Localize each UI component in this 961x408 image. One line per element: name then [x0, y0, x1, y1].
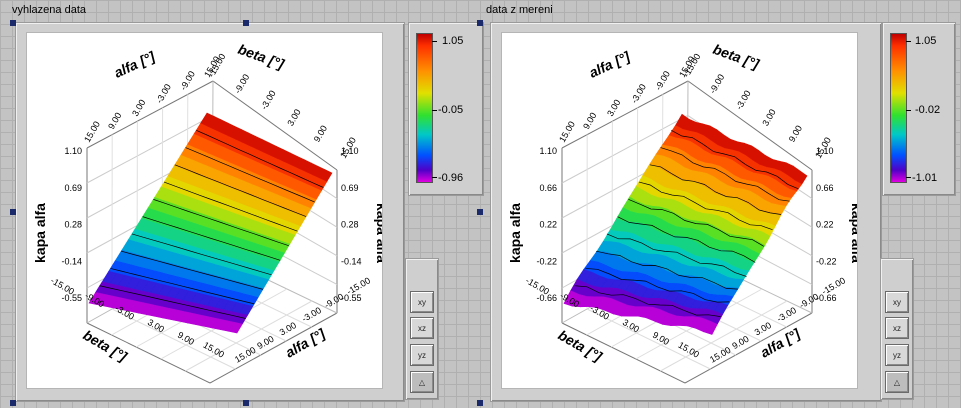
resize-handle[interactable] — [10, 209, 16, 215]
alfa-tick-label: -3.00 — [300, 305, 323, 324]
beta-tick-label: 15.00 — [201, 340, 226, 360]
colorbar-tick — [432, 177, 437, 178]
y-tick-label: 0.28 — [64, 220, 82, 230]
alfa-tick-label: 3.00 — [278, 320, 298, 337]
colorbar-tick — [432, 41, 437, 42]
top-alfa-tick-label: -3.00 — [154, 82, 173, 105]
y-tick-label: 0.28 — [341, 220, 359, 230]
top-beta-axis-title: beta [°] — [236, 41, 287, 73]
resize-handle[interactable] — [243, 20, 249, 26]
colorbar-tick — [906, 41, 911, 42]
y-axis-title-right: kapa alfa — [374, 203, 382, 263]
graph-title: vyhlazena data — [12, 4, 86, 16]
y-tick-label: 0.69 — [64, 183, 82, 193]
top-alfa-tick-label: 3.00 — [130, 98, 147, 118]
alfa-tick-label: -9.00 — [323, 291, 346, 310]
top-beta-axis-title: beta [°] — [711, 41, 762, 73]
alfa-tick-label: 3.00 — [753, 320, 773, 337]
y-axis-title: kapa alfa — [507, 203, 523, 263]
plot-area[interactable]: 1.10 0.66 0.22 -0.22 -0.66 1.10 0.66 0.22 -0.22-… — [501, 32, 865, 389]
top-beta-tick-label: -3.00 — [734, 89, 753, 112]
y-tick-label: 0.66 — [539, 183, 557, 193]
resize-handle[interactable] — [477, 20, 483, 26]
top-alfa-axis-title: alfa [°] — [587, 48, 634, 81]
alfa-tick-label: -3.00 — [775, 305, 798, 324]
resize-handle[interactable] — [477, 209, 483, 215]
y-tick-label: -0.22 — [536, 256, 557, 266]
3d-surface-plot[interactable]: 1.100.690.28-0.14-0.551.100.690.28-0.14-… — [27, 33, 390, 388]
y-tick-label: -0.22 — [816, 256, 837, 266]
top-alfa-tick-label: 9.00 — [581, 111, 598, 131]
view-yz-icon[interactable]: yz — [410, 344, 434, 366]
y-tick-label: -0.14 — [341, 256, 362, 266]
y-tick-label: 0.69 — [341, 183, 359, 193]
colorbar — [416, 33, 433, 183]
top-beta-tick-label: 3.00 — [285, 107, 302, 127]
graph-title: data z mereni — [486, 4, 553, 16]
top-alfa-axis-title: alfa [°] — [112, 48, 159, 81]
colorbar-min-label: -0.96 — [438, 172, 464, 184]
top-alfa-tick-label: -3.00 — [629, 82, 648, 105]
plot-area[interactable]: 1.10 0.69 0.28 -0.14 -0.55 1.10 0.69 0.28 -0.14-… — [26, 32, 390, 389]
top-alfa-tick-label: -9.00 — [653, 69, 672, 92]
top-beta-tick-label: 9.00 — [312, 124, 329, 144]
colorbar — [890, 33, 907, 183]
view-yz-icon[interactable]: yz — [885, 344, 909, 366]
3d-surface-plot[interactable]: 1.100.660.22-0.22-0.661.100.660.22-0.22-… — [502, 33, 865, 388]
resize-handle[interactable] — [477, 400, 483, 406]
view-xy-icon[interactable]: xy — [885, 291, 909, 313]
view-xy-icon[interactable]: xy — [410, 291, 434, 313]
view-xz-icon[interactable]: xz — [410, 317, 434, 339]
view-default-icon[interactable]: △ — [410, 371, 434, 393]
view-xz-icon[interactable]: xz — [885, 317, 909, 339]
top-alfa-tick-label: 15.00 — [82, 119, 102, 144]
top-alfa-tick-label: -9.00 — [178, 69, 197, 92]
resize-handle[interactable] — [10, 20, 16, 26]
top-beta-tick-label: 3.00 — [760, 107, 777, 127]
colorbar-tick — [906, 110, 911, 111]
colorbar-mid-label: -0.05 — [438, 104, 464, 116]
y-tick-label: 0.66 — [816, 183, 834, 193]
y-axis-title-right: kapa alfa — [849, 203, 857, 263]
y-tick-label: 0.22 — [816, 220, 834, 230]
colorbar-max-label: 1.05 — [915, 35, 937, 47]
y-tick-label: -0.14 — [61, 256, 82, 266]
top-beta-tick-label: 9.00 — [787, 124, 804, 144]
colorbar-mid-label: -0.02 — [915, 104, 941, 116]
colorbar-max-label: 1.05 — [442, 35, 464, 47]
y-axis-title: kapa alfa — [32, 203, 48, 263]
top-alfa-tick-label: 15.00 — [557, 119, 577, 144]
colorbar-tick — [432, 110, 437, 111]
resize-handle[interactable] — [10, 400, 16, 406]
resize-handle[interactable] — [243, 400, 249, 406]
y-tick-label: 0.22 — [539, 220, 557, 230]
top-beta-tick-label: -3.00 — [259, 89, 278, 112]
colorbar-min-label: -1.01 — [912, 172, 938, 184]
view-default-icon[interactable]: △ — [885, 371, 909, 393]
colorbar-tick — [906, 177, 911, 178]
alfa-tick-label: -9.00 — [798, 291, 821, 310]
top-beta-tick-label: -9.00 — [232, 72, 251, 95]
top-beta-tick-label: -9.00 — [707, 72, 726, 95]
top-alfa-tick-label: 3.00 — [605, 98, 622, 118]
y-tick-label: 1.10 — [64, 146, 82, 156]
top-alfa-tick-label: 9.00 — [106, 111, 123, 131]
beta-tick-label: 15.00 — [676, 340, 701, 360]
y-tick-label: 1.10 — [539, 146, 557, 156]
